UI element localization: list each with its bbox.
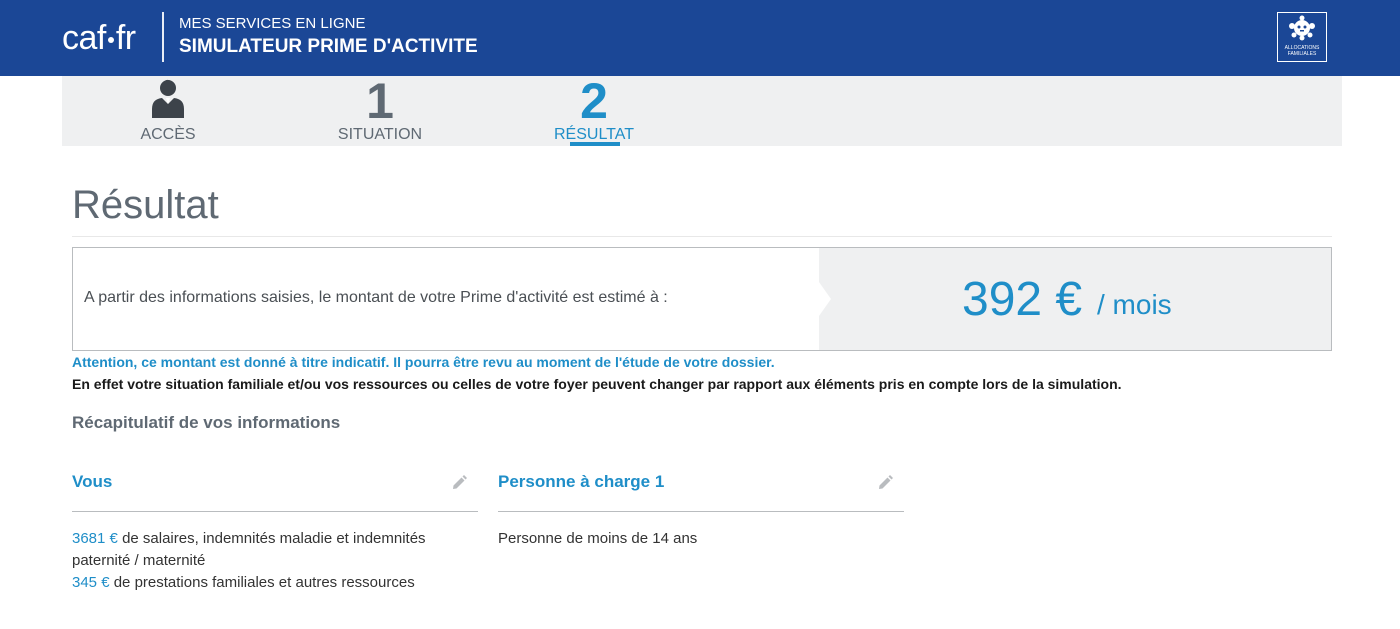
card-vous-header: Vous [72,468,478,512]
step-acces[interactable]: ACCÈS [98,76,238,144]
header-separator [162,12,164,62]
step-situation-number: 1 [366,73,394,129]
logo-dot [107,37,114,44]
benefits-text: de prestations familiales et autres ress… [113,574,415,591]
caf-emblem-icon: ALLOCATIONS FAMILIALES [1277,12,1327,62]
card-charge-title: Personne à charge 1 [498,472,665,491]
result-amount-unit: / mois [1097,289,1172,320]
card-charge-body: Personne de moins de 14 ans [498,512,904,550]
info-notice: En effet votre situation familiale et/ou… [72,376,1122,392]
salary-amount: 3681 € [72,530,118,547]
step-progress-bar: ACCÈS 1 SITUATION 2 RÉSULTAT [62,76,1342,146]
recap-title: Récapitulatif de vos informations [72,413,341,432]
salary-text: de salaires, indemnités maladie et indem… [72,530,426,569]
card-vous-title: Vous [72,472,113,491]
active-step-indicator [570,142,620,146]
page-title: Résultat [72,183,219,227]
caf-logo[interactable]: caf fr [62,18,136,58]
card-charge-header: Personne à charge 1 [498,468,904,512]
header-subtitle: MES SERVICES EN LIGNE [179,15,366,32]
step-situation[interactable]: 1 SITUATION [310,76,450,144]
edit-pencil-icon[interactable] [876,474,894,492]
card-personne-charge: Personne à charge 1 Personne de moins de… [498,468,904,550]
result-amount: 392 € [962,273,1083,326]
user-icon [148,76,188,126]
warning-notice: Attention, ce montant est donné à titre … [72,354,775,370]
card-vous-body: 3681 € de salaires, indemnités maladie e… [72,512,478,594]
dependent-description: Personne de moins de 14 ans [498,530,698,547]
step-resultat-number: 2 [580,73,608,129]
logo-left: caf [62,19,106,57]
emblem-label: ALLOCATIONS FAMILIALES [1284,45,1320,57]
edit-pencil-icon[interactable] [450,474,468,492]
step-situation-label: SITUATION [337,126,423,143]
title-divider [72,236,1332,237]
result-panel: A partir des informations saisies, le mo… [72,247,1332,351]
result-arrow [819,282,831,316]
benefits-amount: 345 € [72,574,110,591]
logo-right: fr [115,19,136,57]
step-resultat[interactable]: 2 RÉSULTAT [524,76,664,144]
header-title: SIMULATEUR PRIME D'ACTIVITE [179,36,478,57]
step-acces-label: ACCÈS [140,126,196,143]
card-vous: Vous 3681 € de salaires, indemnités mala… [72,468,478,594]
result-description: A partir des informations saisies, le mo… [84,289,668,306]
app-header: caf fr MES SERVICES EN LIGNE SIMULATEUR P… [0,0,1400,76]
